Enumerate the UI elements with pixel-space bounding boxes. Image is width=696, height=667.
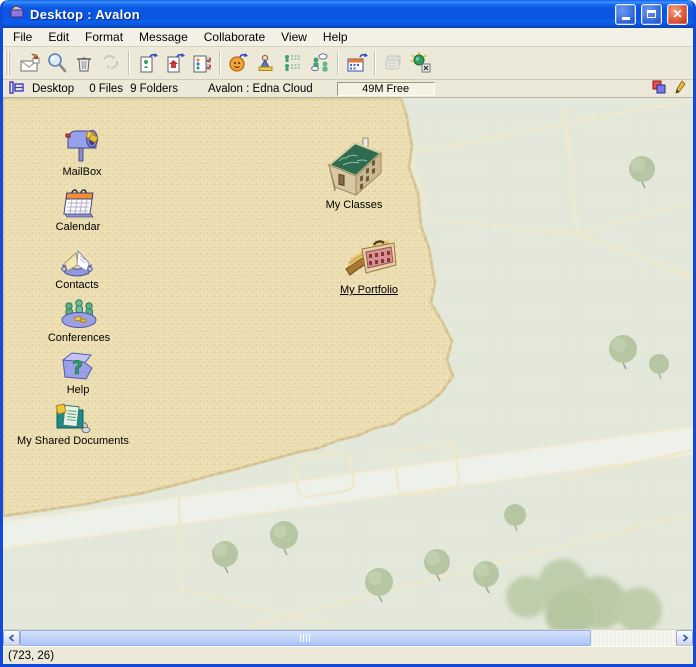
who-is-online-icon bbox=[227, 51, 251, 75]
calendar-icon bbox=[345, 51, 369, 75]
desktop-icon-my-portfolio[interactable]: My Portfolio bbox=[309, 235, 429, 297]
scrollbar-thumb[interactable] bbox=[20, 630, 591, 646]
directory-icon bbox=[254, 51, 278, 75]
menu-file[interactable]: File bbox=[5, 29, 40, 45]
help-icon: ? bbox=[58, 350, 98, 382]
folders-count: 9 Folders bbox=[130, 83, 178, 95]
thumb-grip bbox=[300, 634, 310, 642]
scroll-left-button[interactable] bbox=[3, 630, 20, 646]
free-space-indicator: 49M Free bbox=[337, 82, 435, 96]
scroll-right-button[interactable] bbox=[676, 630, 693, 646]
desktop-icon-label: My Classes bbox=[326, 199, 383, 212]
search-icon bbox=[45, 51, 69, 75]
new-document-button[interactable] bbox=[134, 50, 161, 77]
instant-message-button[interactable] bbox=[306, 50, 333, 77]
menu-collaborate[interactable]: Collaborate bbox=[196, 29, 273, 45]
approvals-button bbox=[380, 50, 407, 77]
desktop-icon-help[interactable]: ? Help bbox=[18, 350, 138, 397]
menu-help[interactable]: Help bbox=[315, 29, 356, 45]
toolbar-separator bbox=[219, 51, 221, 75]
mailbox-icon bbox=[62, 126, 102, 164]
menu-format[interactable]: Format bbox=[77, 29, 131, 45]
document-settings-icon bbox=[190, 51, 214, 75]
history-button bbox=[97, 50, 124, 77]
approvals-icon bbox=[382, 51, 406, 75]
statusbar: (723, 26) bbox=[3, 646, 693, 664]
horizontal-scrollbar[interactable] bbox=[3, 629, 693, 646]
cursor-position: (723, 26) bbox=[8, 650, 54, 662]
toolbar-separator bbox=[374, 51, 376, 75]
goto-home-button[interactable] bbox=[161, 50, 188, 77]
layers-icon[interactable] bbox=[652, 80, 666, 97]
directory-button[interactable] bbox=[252, 50, 279, 77]
document-settings-button[interactable] bbox=[188, 50, 215, 77]
close-button[interactable]: ✕ bbox=[667, 4, 688, 25]
chevron-left-icon bbox=[8, 634, 16, 642]
contacts-icon bbox=[57, 243, 97, 277]
menu-view[interactable]: View bbox=[273, 29, 315, 45]
chevron-right-icon bbox=[681, 634, 689, 642]
menubar: File Edit Format Message Collaborate Vie… bbox=[3, 28, 693, 47]
instant-message-icon bbox=[308, 51, 332, 75]
files-count: 0 Files bbox=[89, 83, 123, 95]
window-title: Desktop : Avalon bbox=[30, 7, 610, 22]
scrollbar-track[interactable] bbox=[20, 630, 676, 646]
minimize-button[interactable] bbox=[615, 4, 636, 25]
toolbar-separator bbox=[337, 51, 339, 75]
search-button[interactable] bbox=[43, 50, 70, 77]
desktop-icon-mailbox[interactable]: MailBox bbox=[22, 126, 142, 179]
who-is-online-button[interactable] bbox=[225, 50, 252, 77]
desktop-view-icon bbox=[9, 81, 24, 97]
desktop-icon-label: Help bbox=[67, 384, 90, 397]
desktop-icon-my-shared-documents[interactable]: My Shared Documents bbox=[8, 400, 138, 448]
svg-text:?: ? bbox=[72, 357, 83, 379]
member-list-button[interactable] bbox=[279, 50, 306, 77]
history-icon bbox=[99, 51, 123, 75]
open-calendar-button[interactable] bbox=[343, 50, 370, 77]
pencil-icon[interactable] bbox=[674, 80, 686, 97]
schoolhouse-icon bbox=[323, 135, 385, 197]
shared-documents-icon bbox=[52, 400, 94, 433]
location-label: Desktop bbox=[32, 83, 74, 95]
app-window: Desktop : Avalon ✕ File Edit Format Mess… bbox=[0, 0, 696, 667]
close-icon: ✕ bbox=[672, 8, 682, 20]
goto-home-icon bbox=[163, 51, 187, 75]
maximize-icon bbox=[647, 10, 656, 18]
desktop-icon-my-classes[interactable]: My Classes bbox=[294, 135, 414, 212]
desktop-icon-label: Calendar bbox=[56, 221, 101, 234]
toolbar-grip[interactable] bbox=[5, 51, 12, 75]
calendar-icon bbox=[58, 185, 98, 219]
desktop-icon-contacts[interactable]: Contacts bbox=[17, 243, 137, 292]
desk-icon bbox=[9, 4, 25, 24]
disconnect-icon bbox=[409, 51, 433, 75]
delete-icon bbox=[72, 51, 96, 75]
toolbar-separator bbox=[128, 51, 130, 75]
disconnect-button[interactable] bbox=[407, 50, 434, 77]
minimize-icon bbox=[622, 17, 630, 20]
new-message-icon bbox=[18, 51, 42, 75]
new-document-icon bbox=[136, 51, 160, 75]
desktop-icon-label: My Portfolio bbox=[340, 284, 398, 297]
desktop-icon-conferences[interactable]: Conferences bbox=[19, 298, 139, 345]
desktop-icon-calendar[interactable]: Calendar bbox=[18, 185, 138, 234]
desktop-area[interactable]: MailBox Calendar bbox=[3, 98, 693, 629]
delete-button[interactable] bbox=[70, 50, 97, 77]
maximize-button[interactable] bbox=[641, 4, 662, 25]
desktop-icon-label: Contacts bbox=[55, 279, 98, 292]
desktop-icon-label: Conferences bbox=[48, 332, 110, 345]
desktop-icon-label: MailBox bbox=[62, 166, 101, 179]
titlebar[interactable]: Desktop : Avalon ✕ bbox=[3, 0, 693, 28]
member-list-icon bbox=[281, 51, 305, 75]
infobar: Desktop 0 Files 9 Folders Avalon : Edna … bbox=[3, 80, 693, 98]
toolbar bbox=[3, 47, 693, 80]
menu-message[interactable]: Message bbox=[131, 29, 196, 45]
new-message-button[interactable] bbox=[16, 50, 43, 77]
portfolio-icon bbox=[338, 235, 400, 282]
desktop-icon-label: My Shared Documents bbox=[17, 435, 129, 448]
server-name: Avalon : Edna Cloud bbox=[208, 83, 313, 95]
conferences-icon bbox=[58, 298, 100, 330]
menu-edit[interactable]: Edit bbox=[40, 29, 77, 45]
